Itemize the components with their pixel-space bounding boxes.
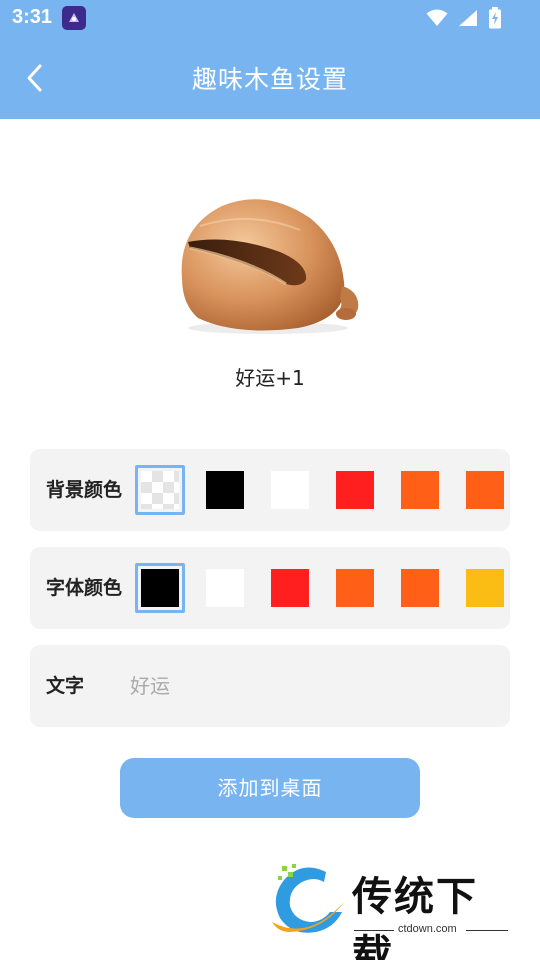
- font-color-label: 字体颜色: [46, 577, 123, 599]
- bg-swatch-orange[interactable]: [395, 465, 445, 515]
- font-color-swatches: [135, 563, 510, 613]
- bg-swatch-orange-2[interactable]: [460, 465, 510, 515]
- text-label: 文字: [46, 675, 85, 697]
- watermark-divider-right: [466, 930, 508, 931]
- status-bar: 3:31: [0, 0, 540, 36]
- font-swatch-orange-2[interactable]: [395, 563, 445, 613]
- watermark-url: ctdown.com: [398, 923, 457, 935]
- battery-charging-icon: [488, 7, 502, 33]
- font-swatch-black[interactable]: [135, 563, 185, 613]
- wooden-fish-image[interactable]: [170, 190, 370, 340]
- page-title: 趣味木鱼设置: [191, 65, 348, 94]
- font-swatch-white[interactable]: [200, 563, 250, 613]
- watermark-title: 传统下载: [352, 874, 478, 960]
- background-color-swatches: [135, 465, 510, 515]
- app-notification-icon: [62, 6, 86, 30]
- signal-icon: [458, 9, 478, 31]
- font-swatch-orange[interactable]: [330, 563, 380, 613]
- bg-swatch-red[interactable]: [330, 465, 380, 515]
- font-swatch-yellow[interactable]: [460, 563, 510, 613]
- background-color-label: 背景颜色: [46, 479, 123, 501]
- font-color-card: 字体颜色: [30, 547, 510, 629]
- watermark-divider-left: [354, 930, 394, 931]
- background-color-card: 背景颜色: [30, 449, 510, 531]
- preview-text: 好运+1: [235, 366, 305, 390]
- app-header: 3:31 趣味木鱼设置: [0, 0, 540, 119]
- status-time: 3:31: [12, 6, 53, 28]
- bg-swatch-black[interactable]: [200, 465, 250, 515]
- add-to-desktop-button[interactable]: 添加到桌面: [120, 758, 420, 818]
- bg-swatch-transparent[interactable]: [135, 465, 185, 515]
- status-indicators: [426, 7, 502, 33]
- ctdown-logo-icon: [272, 864, 344, 933]
- font-swatch-red[interactable]: [265, 563, 315, 613]
- text-card: 文字: [30, 645, 510, 727]
- text-input[interactable]: [130, 645, 490, 727]
- wifi-icon: [426, 9, 448, 31]
- bg-swatch-white[interactable]: [265, 465, 315, 515]
- watermark-logo: 传统下载 ctdown.com: [268, 862, 516, 960]
